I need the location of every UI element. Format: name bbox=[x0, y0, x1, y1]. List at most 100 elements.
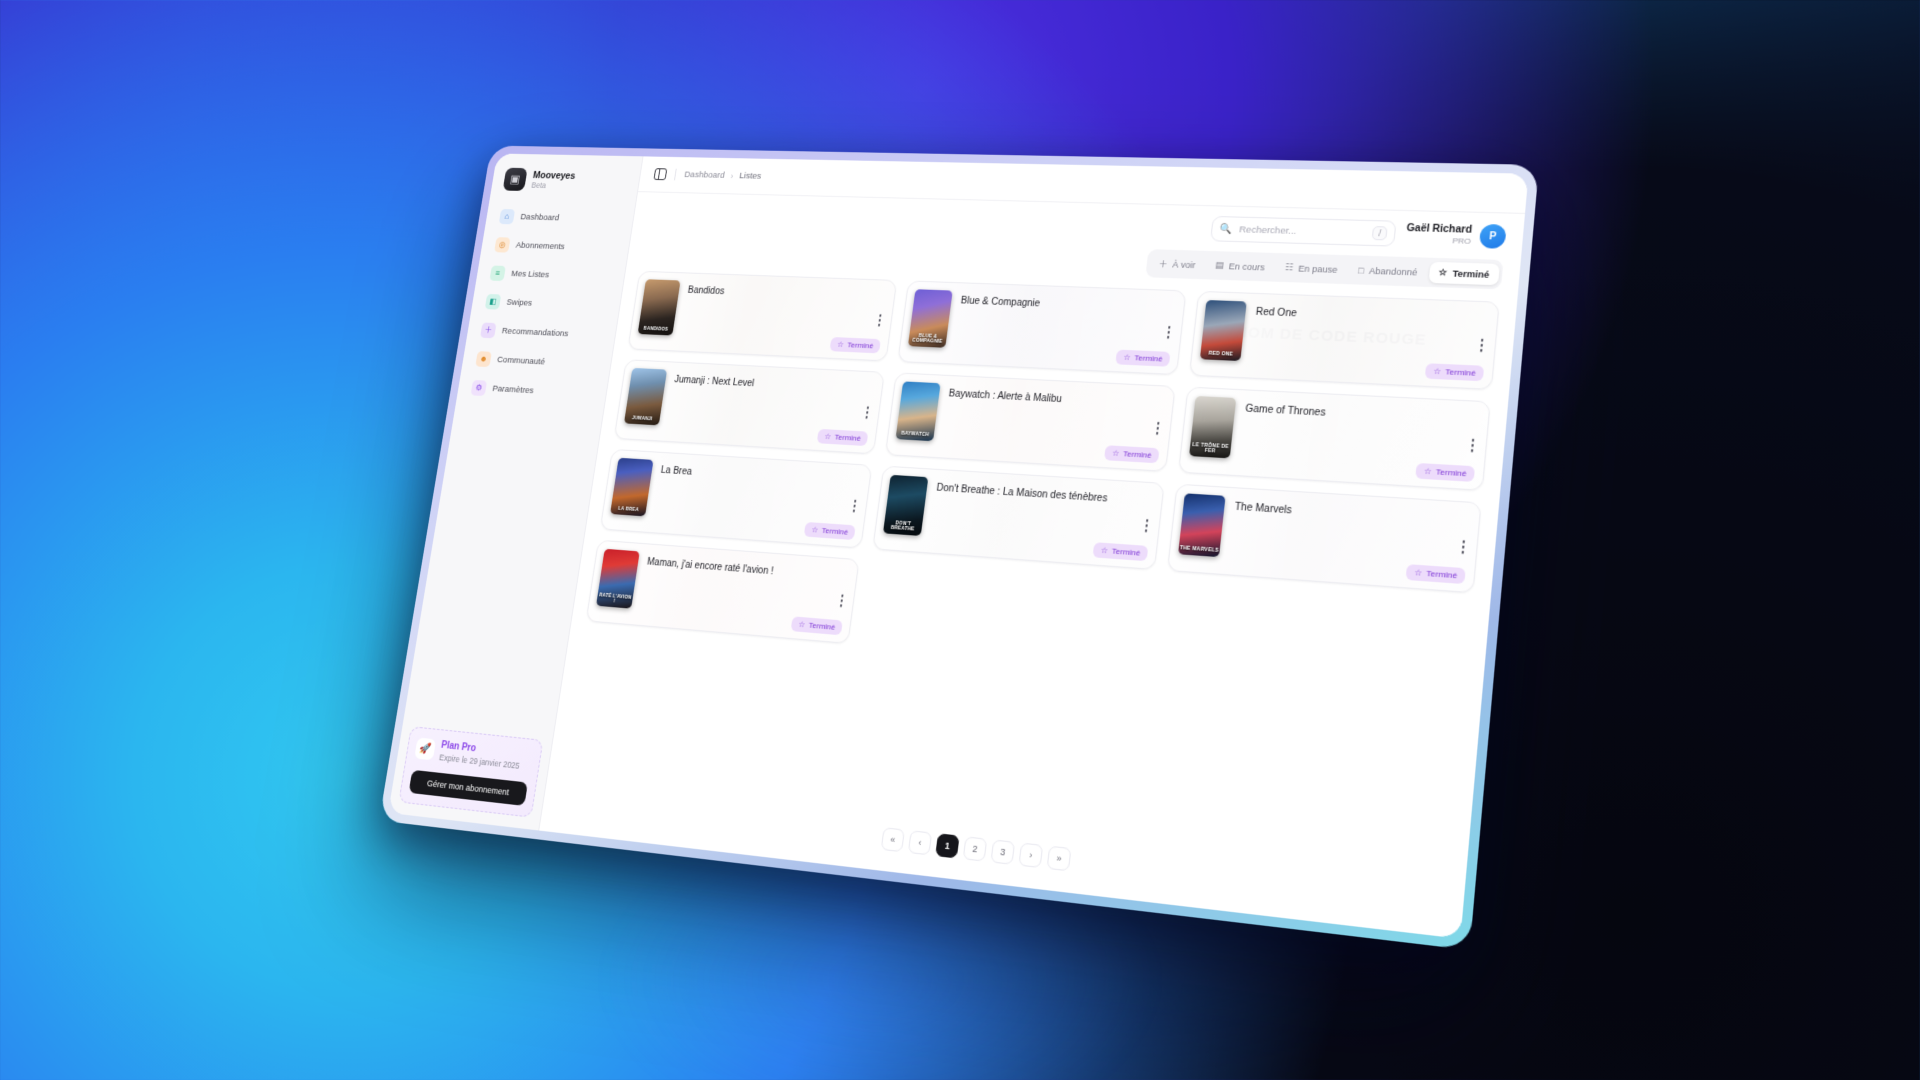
sparkle-plus-icon: ＋ bbox=[480, 322, 497, 339]
poster-title-text: DON'T BREATHE bbox=[890, 519, 915, 533]
status-badge[interactable]: ☆ Terminé bbox=[1425, 363, 1485, 382]
poster-title-text: LE TRÔNE DE FER bbox=[1192, 441, 1230, 455]
home-icon: ⌂ bbox=[498, 208, 516, 225]
sidebar-item-communaute[interactable]: ☻ Communauté bbox=[470, 346, 604, 377]
list-item[interactable]: BAYWATCH Baywatch : Alerte à Malibu ☆ Termi… bbox=[884, 372, 1176, 472]
search-placeholder: Rechercher... bbox=[1238, 223, 1297, 237]
tab-abandonne[interactable]: □ Abandonné bbox=[1348, 260, 1428, 283]
avatar[interactable]: P bbox=[1478, 223, 1507, 249]
manage-subscription-button[interactable]: Gérer mon abonnement bbox=[408, 769, 528, 806]
poster-thumbnail: RED ONE bbox=[1199, 300, 1247, 362]
poster-title-text: RED ONE bbox=[1208, 350, 1234, 358]
breadcrumb: Dashboard › Listes bbox=[684, 170, 762, 182]
pagination-first[interactable]: « bbox=[880, 827, 905, 853]
search-icon: 🔍 bbox=[1219, 223, 1233, 235]
sidebar-item-abonnements[interactable]: ◎ Abonnements bbox=[488, 233, 621, 261]
star-icon: ☆ bbox=[1438, 267, 1448, 278]
pagination-last[interactable]: » bbox=[1046, 845, 1072, 872]
list-item[interactable]: RATÉ L'AVION ! Maman, j'ai encore raté l'… bbox=[585, 539, 860, 644]
pagination-page-2[interactable]: 2 bbox=[962, 836, 988, 862]
list-item[interactable]: DON'T BREATHE Don't Breathe : La Maison d… bbox=[872, 465, 1165, 570]
status-badge-label: Terminé bbox=[1425, 568, 1458, 581]
poster-title-text: THE MARVELS bbox=[1179, 544, 1219, 554]
status-badge-label: Terminé bbox=[821, 526, 849, 537]
list-item[interactable]: BANDIDOS Bandidos ☆ Terminé bbox=[627, 270, 898, 362]
list-item[interactable]: LA BREA La Brea ☆ Terminé bbox=[599, 448, 873, 549]
tab-label: En pause bbox=[1297, 263, 1339, 275]
pagination-prev[interactable]: ‹ bbox=[907, 830, 933, 856]
breadcrumb-item-dashboard[interactable]: Dashboard bbox=[684, 170, 726, 181]
sidebar-item-label: Swipes bbox=[505, 297, 533, 309]
list-item[interactable]: BLUE & COMPAGNIE Blue & Compagnie ☆ Terminé bbox=[897, 280, 1187, 376]
stage: ▣ Mooveyes Beta ⌂ Dashboard ◎ Abonnement… bbox=[0, 0, 1920, 1080]
tab-en-cours[interactable]: ▤ En cours bbox=[1205, 255, 1275, 278]
sidebar-item-label: Communauté bbox=[496, 354, 546, 368]
gear-icon: ⚙ bbox=[470, 379, 488, 397]
star-icon: ☆ bbox=[1432, 366, 1442, 377]
poster-thumbnail: THE MARVELS bbox=[1178, 493, 1226, 558]
status-badge-label: Terminé bbox=[808, 620, 836, 632]
card-menu-button[interactable] bbox=[1476, 335, 1487, 354]
status-badge-label: Terminé bbox=[1133, 353, 1164, 364]
list-item[interactable]: THE MARVELS The Marvels ☆ Terminé bbox=[1166, 483, 1482, 594]
status-badge[interactable]: ☆ Terminé bbox=[1115, 349, 1171, 367]
status-badge[interactable]: ☆ Terminé bbox=[1415, 462, 1476, 482]
list-item[interactable]: LE TRÔNE DE FER Game of Thrones ☆ Terminé bbox=[1178, 386, 1491, 491]
list-grid: BANDIDOS Bandidos ☆ Terminé BLUE & COMPAGNIE… bbox=[548, 259, 1519, 876]
list-item[interactable]: NOM DE CODE ROUGERED ONERed One☆Terminé bbox=[1188, 290, 1500, 390]
user-name: Gaël Richard bbox=[1406, 222, 1473, 236]
pagination-next[interactable]: › bbox=[1018, 842, 1044, 869]
poster-thumbnail: BLUE & COMPAGNIE bbox=[907, 289, 953, 348]
tab-en-pause[interactable]: ☷ En pause bbox=[1275, 257, 1348, 280]
user-plan-badge: PRO bbox=[1451, 236, 1472, 246]
app-screen: ▣ Mooveyes Beta ⌂ Dashboard ◎ Abonnement… bbox=[388, 153, 1529, 939]
sidebar-item-recommandations[interactable]: ＋ Recommandations bbox=[474, 318, 608, 348]
tab-label: Terminé bbox=[1452, 268, 1490, 280]
main-content: Dashboard › Listes 🔍 Rechercher... / Gaë… bbox=[539, 156, 1529, 939]
brand-badge: Beta bbox=[530, 180, 547, 190]
breadcrumb-item-listes[interactable]: Listes bbox=[739, 171, 762, 181]
sidebar-item-dashboard[interactable]: ⌂ Dashboard bbox=[493, 204, 626, 232]
divider bbox=[674, 168, 677, 181]
tab-termine[interactable]: ☆ Terminé bbox=[1428, 261, 1500, 286]
star-icon: ☆ bbox=[823, 432, 832, 442]
list-icon: ≡ bbox=[489, 265, 506, 282]
status-badge-label: Terminé bbox=[1444, 367, 1477, 378]
status-badge[interactable]: ☆ Terminé bbox=[829, 336, 881, 354]
brand[interactable]: ▣ Mooveyes Beta bbox=[499, 166, 632, 194]
sidebar-toggle-icon[interactable] bbox=[653, 168, 668, 181]
tab-label: À voir bbox=[1171, 259, 1196, 270]
rocket-icon: 🚀 bbox=[414, 736, 437, 760]
star-icon: ☆ bbox=[1413, 567, 1423, 578]
user-menu[interactable]: Gaël Richard PRO P bbox=[1405, 222, 1507, 249]
sidebar-item-label: Dashboard bbox=[519, 212, 560, 224]
search-input[interactable]: 🔍 Rechercher... / bbox=[1210, 215, 1397, 247]
status-badge-label: Terminé bbox=[1111, 546, 1141, 558]
tab-label: Abandonné bbox=[1368, 265, 1418, 277]
pagination-page-1[interactable]: 1 bbox=[935, 833, 960, 859]
poster-thumbnail: LE TRÔNE DE FER bbox=[1189, 395, 1237, 459]
status-badge[interactable]: ☆ Terminé bbox=[1104, 445, 1160, 464]
device-frame: ▣ Mooveyes Beta ⌂ Dashboard ◎ Abonnement… bbox=[379, 145, 1540, 951]
card-menu-button[interactable] bbox=[1457, 537, 1468, 557]
search-shortcut-badge: / bbox=[1371, 226, 1388, 241]
sidebar-item-label: Mes Listes bbox=[510, 268, 550, 281]
sidebar-item-mes-listes[interactable]: ≡ Mes Listes bbox=[484, 261, 617, 290]
calendar-pause-icon: ☷ bbox=[1284, 262, 1294, 273]
poster-thumbnail: DON'T BREATHE bbox=[882, 474, 929, 536]
card-menu-button[interactable] bbox=[1467, 435, 1478, 455]
sidebar-item-swipes[interactable]: ◧ Swipes bbox=[479, 289, 613, 319]
pagination-page-3[interactable]: 3 bbox=[990, 839, 1016, 865]
star-icon: ☆ bbox=[1111, 448, 1120, 458]
star-icon: ☆ bbox=[836, 340, 845, 349]
coins-icon: ◎ bbox=[494, 237, 511, 253]
poster-thumbnail: RATÉ L'AVION ! bbox=[596, 548, 640, 609]
users-icon: ☻ bbox=[475, 351, 492, 368]
star-icon: ☆ bbox=[1122, 352, 1131, 362]
status-badge[interactable]: ☆ Terminé bbox=[817, 428, 869, 447]
list-item[interactable]: JUMANJI Jumanji : Next Level ☆ Terminé bbox=[613, 359, 885, 455]
tab-a-voir[interactable]: ＋ À voir bbox=[1148, 252, 1205, 276]
status-badge-label: Terminé bbox=[1122, 449, 1153, 460]
star-icon: ☆ bbox=[797, 619, 806, 630]
star-icon: ☆ bbox=[1100, 545, 1109, 556]
